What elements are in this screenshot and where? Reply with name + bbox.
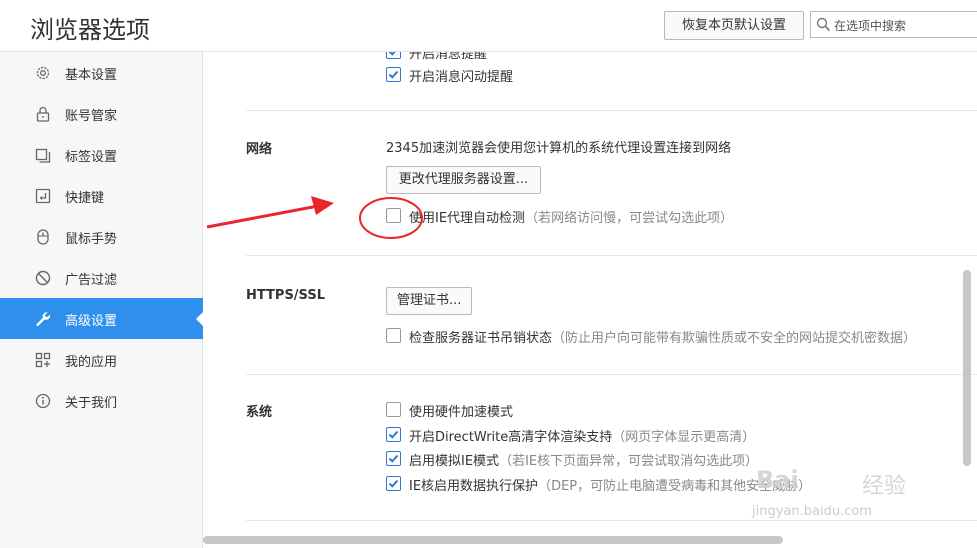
sidebar-item-label: 广告过滤 — [65, 273, 118, 288]
sidebar-item-ad-filter[interactable]: 广告过滤 — [0, 257, 203, 298]
watermark-word: 经验 — [862, 474, 907, 499]
sidebar-item-mouse-gestures[interactable]: 鼠标手势 — [0, 216, 203, 257]
sidebar-item-label: 鼠标手势 — [65, 232, 118, 247]
page-title: 浏览器选项 — [30, 16, 150, 44]
ie-emulation-checkbox[interactable] — [386, 451, 401, 466]
header-bar: 浏览器选项 恢复本页默认设置 在选项中搜索 — [0, 0, 977, 52]
sidebar-item-about-us[interactable]: 关于我们 — [0, 380, 203, 421]
system-section-title: 系统 — [246, 405, 273, 420]
dep-label: IE核启用数据执行保护（DEP，可防止电脑遭受病毒和其他安全威胁） — [409, 479, 812, 494]
divider — [246, 110, 977, 111]
sidebar-item-label: 高级设置 — [65, 314, 118, 329]
divider — [246, 255, 977, 256]
directwrite-label: 开启DirectWrite高清字体渲染支持（网页字体显示更高清） — [409, 430, 756, 445]
sidebar-item-shortcuts[interactable]: 快捷键 — [0, 175, 203, 216]
search-icon — [816, 17, 831, 32]
message-reminder-checkbox[interactable] — [386, 52, 401, 59]
cert-revocation-label: 检查服务器证书吊销状态（防止用户向可能带有欺骗性质或不安全的网站提交机密数据） — [409, 331, 917, 346]
sidebar-item-advanced-settings[interactable]: 高级设置 — [0, 298, 204, 339]
change-proxy-button[interactable]: 更改代理服务器设置... — [386, 166, 541, 194]
cert-revocation-checkbox[interactable] — [386, 328, 401, 343]
sidebar-item-label: 关于我们 — [65, 396, 118, 411]
watermark-url: jingyan.baidu.com — [752, 504, 872, 519]
ie-proxy-checkbox[interactable] — [386, 208, 401, 223]
message-reminder-label: 开启消息提醒 — [409, 52, 488, 62]
message-flash-checkbox[interactable] — [386, 67, 401, 82]
sidebar-item-account-manager[interactable]: 账号管家 — [0, 93, 203, 134]
horizontal-scrollbar[interactable] — [203, 536, 783, 544]
sidebar-item-label: 标签设置 — [65, 150, 118, 165]
vertical-scrollbar[interactable] — [963, 270, 971, 466]
hardware-acceleration-checkbox[interactable] — [386, 402, 401, 417]
apps-grid-icon — [35, 352, 51, 368]
sidebar-item-tab-settings[interactable]: 标签设置 — [0, 134, 203, 175]
baidu-jingyan-watermark: Bai 经验 jingyan.baidu.com — [752, 464, 972, 548]
tabs-icon — [35, 148, 51, 163]
sidebar-item-label: 我的应用 — [65, 355, 118, 370]
ban-icon — [35, 270, 51, 286]
https-section-title: HTTPS/SSL — [246, 288, 325, 303]
search-placeholder: 在选项中搜索 — [834, 19, 907, 33]
message-flash-label: 开启消息闪动提醒 — [409, 70, 514, 85]
watermark-logo: Bai — [756, 466, 799, 494]
info-icon — [35, 393, 51, 409]
keyboard-key-icon — [35, 188, 51, 204]
sidebar-item-basic-settings[interactable]: 基本设置 — [0, 52, 203, 93]
lock-icon — [36, 106, 50, 122]
sidebar-item-label: 账号管家 — [65, 109, 118, 124]
ie-emulation-label: 启用模拟IE模式（若IE核下页面异常，可尝试取消勾选此项） — [409, 454, 759, 469]
manage-certificates-button[interactable]: 管理证书... — [386, 287, 472, 315]
wrench-icon — [36, 312, 51, 327]
sidebar-item-label: 快捷键 — [65, 191, 105, 206]
network-section-title: 网络 — [246, 142, 273, 157]
restore-defaults-button[interactable]: 恢复本页默认设置 — [664, 11, 804, 40]
divider — [246, 374, 977, 375]
sidebar-item-label: 基本设置 — [65, 68, 118, 83]
gear-icon — [36, 66, 50, 80]
sidebar-item-my-apps[interactable]: 我的应用 — [0, 339, 203, 380]
dep-checkbox[interactable] — [386, 476, 401, 491]
ie-proxy-label: 使用IE代理自动检测（若网络访问慢，可尝试勾选此项） — [409, 211, 734, 226]
search-input[interactable]: 在选项中搜索 — [810, 11, 977, 38]
hardware-acceleration-label: 使用硬件加速模式 — [409, 405, 514, 420]
mouse-icon — [37, 229, 49, 245]
sidebar: 基本设置 账号管家 标签设置 快捷键 鼠标手势 广告过滤 高级设置 我的应用 关… — [0, 52, 204, 548]
network-description: 2345加速浏览器会使用您计算机的系统代理设置连接到网络 — [386, 141, 732, 156]
directwrite-checkbox[interactable] — [386, 427, 401, 442]
